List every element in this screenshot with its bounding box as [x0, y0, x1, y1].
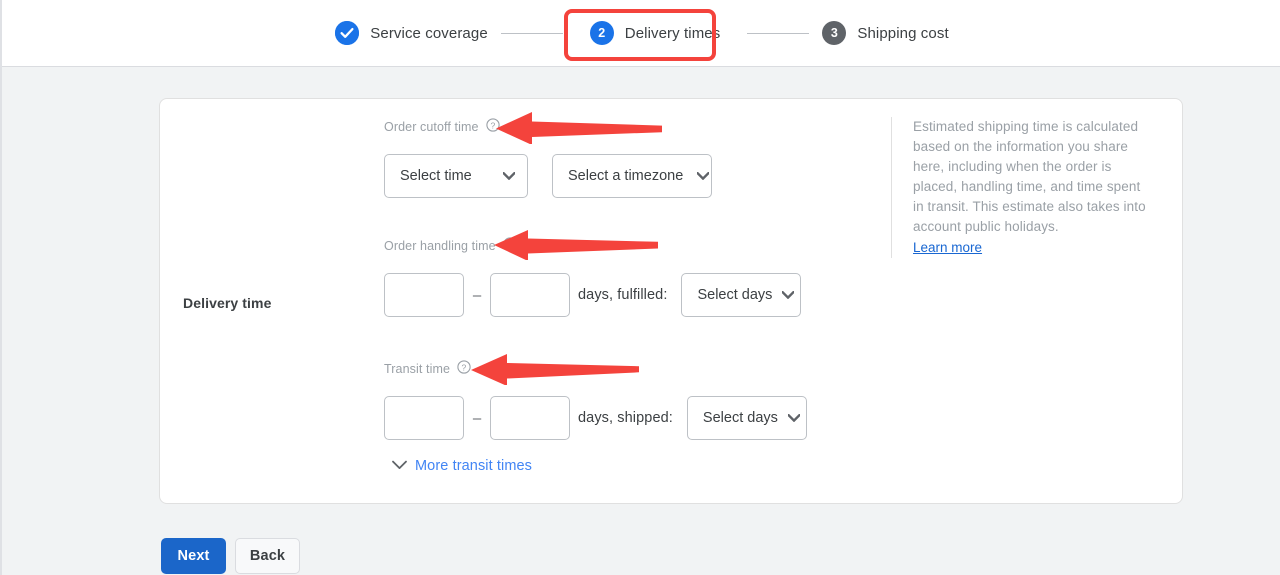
select-time-dropdown[interactable]: Select time	[384, 154, 528, 198]
range-dash: –	[472, 286, 482, 304]
footer-actions: Next Back	[161, 538, 300, 574]
step-label-service-coverage: Service coverage	[370, 24, 488, 42]
transit-time-min-input[interactable]	[384, 396, 464, 440]
step-label-delivery-times: Delivery times	[624, 24, 721, 42]
step-delivery-times-wrapper: 2 Delivery times	[573, 21, 737, 45]
select-time-value: Select time	[400, 168, 472, 184]
chevron-down-icon	[781, 287, 796, 303]
next-button[interactable]: Next	[161, 538, 226, 574]
label-text-transit-time: Transit time	[384, 361, 451, 376]
more-transit-times-label: More transit times	[415, 458, 533, 474]
label-transit-time: Transit time ?	[384, 360, 807, 377]
learn-more-link[interactable]: Learn more	[913, 238, 982, 258]
row-order-handling-inputs: – days, fulfilled: Select days	[384, 273, 802, 317]
chevron-down-icon	[392, 457, 407, 475]
order-handling-unit-text: days, fulfilled:	[578, 287, 668, 303]
label-order-handling-time: Order handling time ?	[384, 237, 801, 254]
label-text-order-cutoff: Order cutoff time	[384, 119, 479, 134]
back-button[interactable]: Back	[235, 538, 300, 574]
svg-text:?: ?	[490, 120, 495, 130]
field-group-transit-time: Transit time ? – days, shipped: Select d…	[384, 360, 807, 440]
stepper-header: Service coverage 2 Delivery times 3 Ship…	[2, 0, 1280, 67]
stepper-steps: Service coverage 2 Delivery times 3 Ship…	[333, 0, 950, 67]
select-timezone-value: Select a timezone	[568, 168, 684, 184]
transit-time-max-input[interactable]	[490, 396, 570, 440]
order-handling-days-value: Select days	[697, 287, 773, 303]
help-circle-icon[interactable]: ?	[503, 237, 517, 254]
section-title-delivery-time: Delivery time	[183, 295, 272, 311]
more-transit-times-toggle[interactable]: More transit times	[392, 457, 532, 475]
order-handling-days-dropdown[interactable]: Select days	[681, 273, 802, 317]
help-circle-icon[interactable]: ?	[485, 118, 500, 135]
row-order-cutoff-selects: Select time Select a timezone	[384, 154, 712, 198]
chevron-down-icon	[696, 168, 711, 184]
step-badge-2: 2	[589, 21, 614, 45]
order-handling-min-input[interactable]	[384, 273, 464, 317]
help-circle-icon[interactable]: ?	[457, 360, 471, 377]
svg-text:?: ?	[462, 362, 467, 372]
info-panel-text: Estimated shipping time is calculated ba…	[913, 119, 1146, 234]
transit-time-days-value: Select days	[702, 410, 778, 426]
label-text-order-handling: Order handling time	[384, 238, 496, 253]
transit-time-days-dropdown[interactable]: Select days	[686, 396, 807, 440]
check-circle-icon	[335, 21, 360, 45]
step-shipping-cost[interactable]: 3 Shipping cost	[820, 21, 950, 45]
field-group-order-handling: Order handling time ? – days, fulfilled:…	[384, 237, 802, 317]
stepper-connector-2	[747, 32, 810, 34]
row-transit-time-inputs: – days, shipped: Select days	[384, 396, 807, 440]
info-panel: Estimated shipping time is calculated ba…	[891, 117, 1149, 258]
label-order-cutoff-time: Order cutoff time ?	[384, 118, 712, 135]
field-group-order-cutoff: Order cutoff time ? Select time Select a…	[384, 118, 712, 198]
step-label-shipping-cost: Shipping cost	[857, 24, 949, 42]
step-service-coverage[interactable]: Service coverage	[333, 21, 490, 45]
select-timezone-dropdown[interactable]: Select a timezone	[552, 154, 712, 198]
chevron-down-icon	[786, 410, 801, 426]
range-dash: –	[472, 409, 482, 427]
order-handling-max-input[interactable]	[490, 273, 570, 317]
stepper-connector-1	[500, 32, 563, 34]
transit-time-unit-text: days, shipped:	[578, 410, 673, 426]
step-badge-3: 3	[822, 21, 847, 45]
page-root: Service coverage 2 Delivery times 3 Ship…	[0, 0, 1280, 575]
svg-text:?: ?	[507, 239, 512, 249]
delivery-time-card: Delivery time Order cutoff time ? Select…	[159, 98, 1183, 504]
chevron-down-icon	[501, 168, 517, 184]
step-delivery-times[interactable]: 2 Delivery times	[588, 21, 723, 45]
